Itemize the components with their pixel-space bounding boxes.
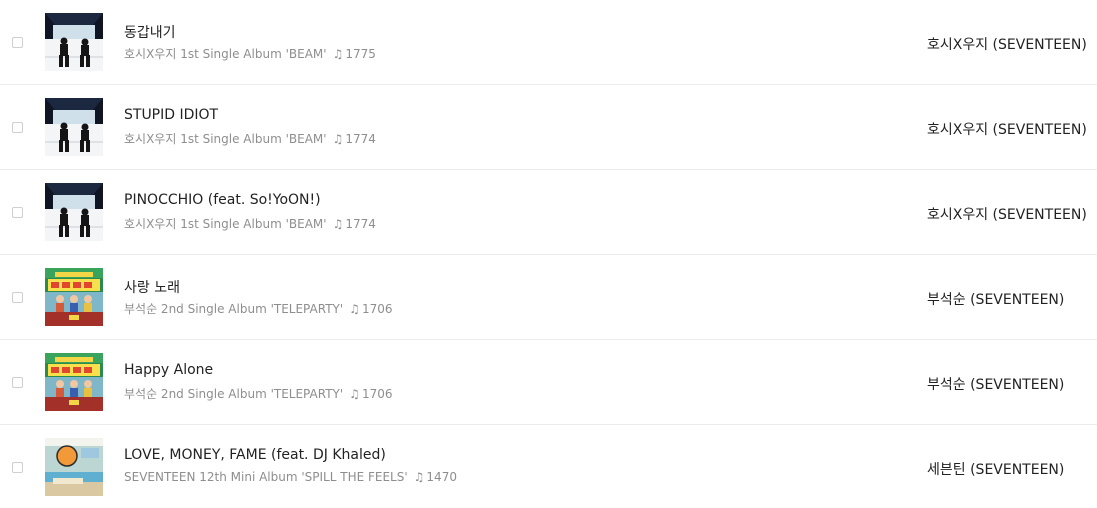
- teleparty-album-art[interactable]: [45, 268, 103, 326]
- track-number: 1774: [345, 132, 376, 146]
- beam-album-art[interactable]: [45, 13, 103, 71]
- track-row[interactable]: 사랑 노래 부석순 2nd Single Album 'TELEPARTY' ♫ 1…: [0, 255, 1097, 340]
- beam-album-art[interactable]: [45, 98, 103, 156]
- checkbox-icon[interactable]: [12, 377, 23, 388]
- artist-name[interactable]: 호시X우지 (SEVENTEEN): [927, 34, 1087, 54]
- track-album-info: 호시X우지 1st Single Album 'BEAM' ♫ 1775: [124, 45, 376, 62]
- track-title[interactable]: LOVE, MONEY, FAME (feat. DJ Khaled): [124, 447, 386, 463]
- artist-name[interactable]: 부석순 (SEVENTEEN): [927, 374, 1064, 394]
- checkbox-icon[interactable]: [12, 462, 23, 473]
- beam-album-art[interactable]: [45, 183, 103, 241]
- music-note-icon: ♫: [332, 217, 344, 231]
- track-album-info: 호시X우지 1st Single Album 'BEAM' ♫ 1774: [124, 215, 376, 232]
- checkbox-icon[interactable]: [12, 207, 23, 218]
- track-number: 1775: [345, 47, 376, 61]
- track-list: 동갑내기 호시X우지 1st Single Album 'BEAM' ♫ 1775 …: [0, 0, 1097, 508]
- artist-name[interactable]: 부석순 (SEVENTEEN): [927, 289, 1064, 309]
- track-row[interactable]: Happy Alone 부석순 2nd Single Album 'TELEPA…: [0, 340, 1097, 425]
- track-number: 1470: [426, 470, 457, 484]
- music-note-icon: ♫: [349, 302, 360, 316]
- track-number: 1706: [361, 387, 393, 401]
- album-name[interactable]: 호시X우지 1st Single Album 'BEAM': [124, 47, 327, 61]
- track-number: 1774: [345, 217, 376, 231]
- teleparty-album-art[interactable]: [45, 353, 103, 411]
- artist-name[interactable]: 호시X우지 (SEVENTEEN): [927, 204, 1087, 224]
- album-name[interactable]: 부석순 2nd Single Album 'TELEPARTY': [124, 302, 343, 316]
- album-name[interactable]: 부석순 2nd Single Album 'TELEPARTY': [124, 387, 343, 401]
- track-row[interactable]: PINOCCHIO (feat. So!YoON!) 호시X우지 1st Sin…: [0, 170, 1097, 255]
- track-album-info: 호시X우지 1st Single Album 'BEAM' ♫ 1774: [124, 130, 376, 147]
- track-title[interactable]: Happy Alone: [124, 362, 213, 378]
- track-title[interactable]: 사랑 노래: [124, 277, 180, 297]
- track-album-info: 부석순 2nd Single Album 'TELEPARTY' ♫ 1706: [124, 385, 392, 402]
- artist-name[interactable]: 세븐틴 (SEVENTEEN): [927, 459, 1064, 479]
- checkbox-icon[interactable]: [12, 122, 23, 133]
- music-note-icon: ♫: [332, 132, 344, 146]
- music-note-icon: ♫: [349, 387, 360, 401]
- track-title[interactable]: PINOCCHIO (feat. So!YoON!): [124, 192, 321, 208]
- track-row[interactable]: STUPID IDIOT 호시X우지 1st Single Album 'BEA…: [0, 85, 1097, 170]
- artist-name[interactable]: 호시X우지 (SEVENTEEN): [927, 119, 1087, 139]
- spill-the-feels-album-art[interactable]: [45, 438, 103, 496]
- music-note-icon: ♫: [413, 470, 425, 484]
- album-name[interactable]: SEVENTEEN 12th Mini Album 'SPILL THE FEE…: [124, 470, 408, 484]
- track-album-info: SEVENTEEN 12th Mini Album 'SPILL THE FEE…: [124, 470, 457, 484]
- track-row[interactable]: 동갑내기 호시X우지 1st Single Album 'BEAM' ♫ 1775 …: [0, 0, 1097, 85]
- checkbox-icon[interactable]: [12, 37, 23, 48]
- checkbox-icon[interactable]: [12, 292, 23, 303]
- track-album-info: 부석순 2nd Single Album 'TELEPARTY' ♫ 1706: [124, 300, 392, 317]
- track-number: 1706: [361, 302, 393, 316]
- music-note-icon: ♫: [332, 47, 344, 61]
- track-row[interactable]: LOVE, MONEY, FAME (feat. DJ Khaled) SEVE…: [0, 425, 1097, 508]
- album-name[interactable]: 호시X우지 1st Single Album 'BEAM': [124, 217, 327, 231]
- track-title[interactable]: STUPID IDIOT: [124, 107, 218, 123]
- album-name[interactable]: 호시X우지 1st Single Album 'BEAM': [124, 132, 327, 146]
- track-title[interactable]: 동갑내기: [124, 22, 176, 42]
